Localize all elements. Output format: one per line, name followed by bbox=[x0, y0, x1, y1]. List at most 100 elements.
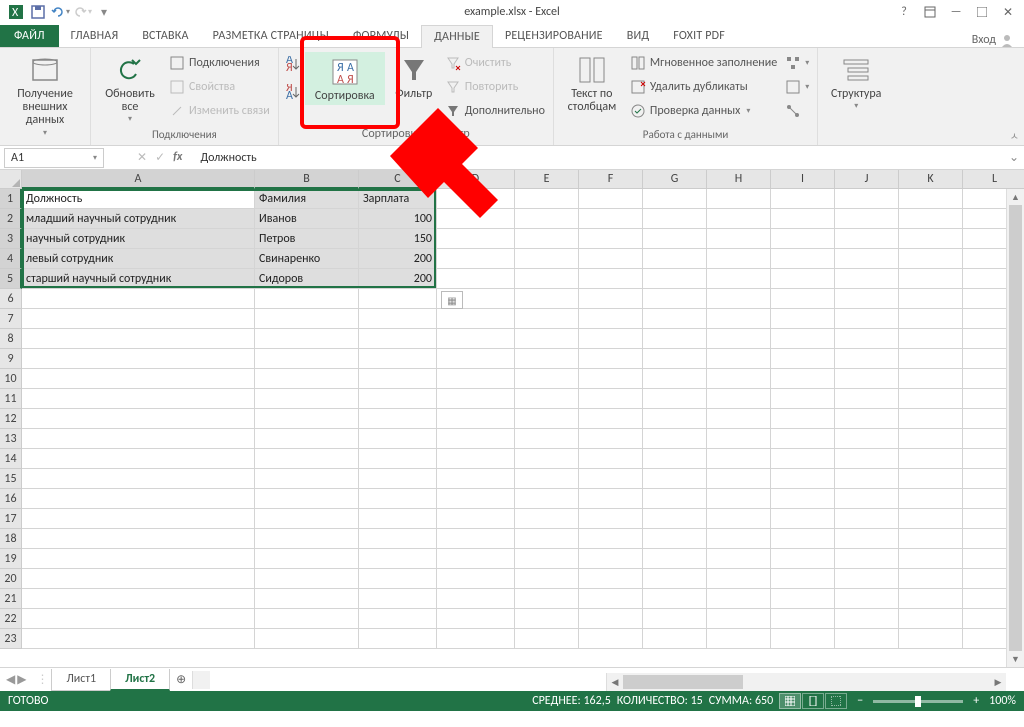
cell[interactable] bbox=[255, 549, 359, 569]
tab-главная[interactable]: ГЛАВНАЯ bbox=[59, 25, 131, 47]
cell[interactable] bbox=[437, 269, 515, 289]
consolidate-button[interactable]: ▾ bbox=[783, 52, 811, 74]
cell[interactable] bbox=[359, 509, 437, 529]
column-header[interactable]: D bbox=[437, 170, 515, 189]
cell[interactable] bbox=[835, 469, 899, 489]
enter-formula-icon[interactable]: ✓ bbox=[155, 150, 165, 165]
cell[interactable] bbox=[771, 369, 835, 389]
cell[interactable] bbox=[643, 289, 707, 309]
cell[interactable] bbox=[899, 549, 963, 569]
cell[interactable] bbox=[771, 229, 835, 249]
cell[interactable] bbox=[515, 349, 579, 369]
cell[interactable] bbox=[515, 569, 579, 589]
cell[interactable] bbox=[899, 209, 963, 229]
cell[interactable] bbox=[643, 489, 707, 509]
cell[interactable] bbox=[579, 369, 643, 389]
cell[interactable] bbox=[579, 509, 643, 529]
cell[interactable] bbox=[22, 369, 255, 389]
cell[interactable] bbox=[579, 629, 643, 649]
cell[interactable] bbox=[22, 589, 255, 609]
column-header[interactable]: B bbox=[255, 170, 359, 189]
cell[interactable] bbox=[771, 449, 835, 469]
view-mode-buttons[interactable] bbox=[779, 693, 847, 709]
cell[interactable] bbox=[899, 429, 963, 449]
cell[interactable] bbox=[899, 369, 963, 389]
cell[interactable] bbox=[707, 489, 771, 509]
column-header[interactable]: A bbox=[22, 170, 255, 189]
cell[interactable] bbox=[899, 449, 963, 469]
cell[interactable]: 200 bbox=[359, 249, 437, 269]
cell[interactable]: 150 bbox=[359, 229, 437, 249]
scroll-up-icon[interactable]: ▲ bbox=[1007, 189, 1024, 205]
row-header[interactable]: 20 bbox=[0, 569, 22, 589]
row-header[interactable]: 1 bbox=[0, 189, 22, 209]
cell[interactable] bbox=[255, 349, 359, 369]
sheet-next-icon[interactable]: ▶ bbox=[17, 672, 26, 687]
cell[interactable] bbox=[579, 389, 643, 409]
cell[interactable] bbox=[771, 269, 835, 289]
cell[interactable] bbox=[437, 529, 515, 549]
cell[interactable] bbox=[22, 429, 255, 449]
cell[interactable] bbox=[437, 569, 515, 589]
cell[interactable] bbox=[255, 309, 359, 329]
cell[interactable] bbox=[359, 349, 437, 369]
cell[interactable] bbox=[579, 589, 643, 609]
cell[interactable] bbox=[579, 269, 643, 289]
cell[interactable] bbox=[771, 529, 835, 549]
cell[interactable] bbox=[707, 589, 771, 609]
scroll-thumb[interactable] bbox=[1009, 205, 1022, 651]
maximize-icon[interactable] bbox=[970, 2, 994, 22]
cell[interactable] bbox=[359, 329, 437, 349]
cell[interactable] bbox=[643, 209, 707, 229]
cell[interactable] bbox=[899, 509, 963, 529]
remove-duplicates-button[interactable]: Удалить дубликаты bbox=[628, 76, 779, 98]
cell[interactable] bbox=[359, 449, 437, 469]
row-header[interactable]: 10 bbox=[0, 369, 22, 389]
cell[interactable] bbox=[255, 289, 359, 309]
cell[interactable] bbox=[643, 309, 707, 329]
cell[interactable] bbox=[437, 489, 515, 509]
cell[interactable] bbox=[437, 409, 515, 429]
cell[interactable] bbox=[771, 349, 835, 369]
cell[interactable] bbox=[835, 489, 899, 509]
cell[interactable] bbox=[707, 469, 771, 489]
cell[interactable] bbox=[579, 449, 643, 469]
sort-desc-button[interactable]: ЯA bbox=[285, 84, 301, 104]
cell[interactable] bbox=[771, 389, 835, 409]
row-header[interactable]: 21 bbox=[0, 589, 22, 609]
connections-button[interactable]: Подключения bbox=[167, 52, 272, 74]
cell[interactable] bbox=[22, 609, 255, 629]
cell[interactable] bbox=[899, 409, 963, 429]
cell[interactable] bbox=[579, 349, 643, 369]
cell[interactable] bbox=[515, 369, 579, 389]
cell[interactable] bbox=[22, 449, 255, 469]
cell[interactable]: Должность bbox=[22, 189, 255, 209]
row-header[interactable]: 12 bbox=[0, 409, 22, 429]
cell[interactable] bbox=[255, 569, 359, 589]
cell[interactable] bbox=[579, 189, 643, 209]
cell[interactable] bbox=[515, 549, 579, 569]
cell[interactable] bbox=[707, 249, 771, 269]
cell[interactable] bbox=[437, 349, 515, 369]
cell[interactable] bbox=[899, 609, 963, 629]
cell[interactable]: научный сотрудник bbox=[22, 229, 255, 249]
column-header[interactable]: L bbox=[963, 170, 1024, 189]
cell[interactable] bbox=[707, 389, 771, 409]
cell[interactable] bbox=[643, 529, 707, 549]
cell[interactable] bbox=[835, 609, 899, 629]
cell[interactable] bbox=[359, 589, 437, 609]
sheet-nav[interactable]: ◀ ▶ bbox=[0, 672, 32, 687]
cell[interactable] bbox=[835, 429, 899, 449]
cell[interactable] bbox=[359, 409, 437, 429]
cell[interactable] bbox=[515, 489, 579, 509]
cell[interactable] bbox=[359, 469, 437, 489]
cell[interactable] bbox=[835, 569, 899, 589]
cell[interactable] bbox=[515, 269, 579, 289]
cell[interactable] bbox=[515, 329, 579, 349]
cell[interactable] bbox=[579, 529, 643, 549]
cell[interactable] bbox=[359, 289, 437, 309]
tab-данные[interactable]: ДАННЫЕ bbox=[421, 25, 493, 48]
properties-button[interactable]: Свойства bbox=[167, 76, 272, 98]
cell[interactable] bbox=[359, 549, 437, 569]
cell[interactable] bbox=[579, 249, 643, 269]
